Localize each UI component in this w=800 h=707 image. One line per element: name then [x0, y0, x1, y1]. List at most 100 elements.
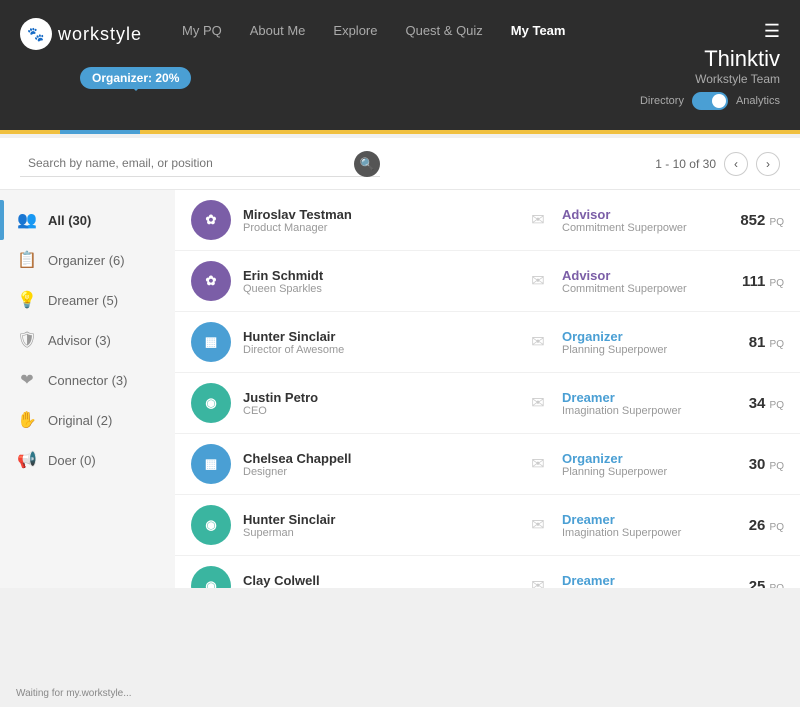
company-info: Thinktiv Workstyle Team Directory Analyt… [640, 46, 780, 110]
email-icon[interactable]: ✉ [526, 210, 550, 230]
pq-score: 30 PQ [724, 456, 784, 473]
person-title: CEO [243, 405, 514, 417]
person-name: Hunter Sinclair [243, 512, 514, 527]
sidebar-item-all[interactable]: 👥 All (30) [0, 200, 175, 240]
email-icon[interactable]: ✉ [526, 515, 550, 535]
sidebar-label-connector: Connector (3) [48, 373, 127, 388]
pq-unit: PQ [770, 461, 784, 472]
search-area: 🔍 1 - 10 of 30 ‹ › [0, 138, 800, 190]
pq-unit: PQ [770, 217, 784, 228]
sidebar-item-original[interactable]: ✋ Original (2) [0, 400, 175, 440]
person-title: Director of Awesome [243, 344, 514, 356]
pq-unit: PQ [770, 339, 784, 350]
blue-indicator [60, 130, 140, 134]
nav-mypq[interactable]: My PQ [182, 23, 222, 38]
type-superpower: Commitment Superpower [562, 283, 712, 295]
connector-icon: ❤ [16, 369, 38, 391]
nav: My PQ About Me Explore Quest & Quiz My T… [182, 23, 565, 38]
person-name: Hunter Sinclair [243, 329, 514, 344]
sidebar-item-connector[interactable]: ❤ Connector (3) [0, 360, 175, 400]
person-name: Miroslav Testman [243, 207, 514, 222]
sidebar-item-doer[interactable]: 📢 Doer (0) [0, 440, 175, 480]
person-type: Organizer Planning Superpower [562, 451, 712, 478]
avatar: ◉ [191, 505, 231, 545]
person-type: Advisor Commitment Superpower [562, 268, 712, 295]
next-page-button[interactable]: › [756, 152, 780, 176]
toggle-analytics-label: Analytics [736, 95, 780, 107]
email-icon[interactable]: ✉ [526, 576, 550, 588]
view-toggle[interactable] [692, 92, 728, 110]
header: 🐾 workstyle My PQ About Me Explore Quest… [0, 0, 800, 130]
view-toggle-row: Directory Analytics [640, 92, 780, 110]
advisor-icon: 🛡 [16, 329, 38, 351]
type-label: Dreamer [562, 512, 712, 527]
avatar: ✿ [191, 261, 231, 301]
toggle-directory-label: Directory [640, 95, 684, 107]
sidebar-item-organizer[interactable]: 📋 Organizer (6) [0, 240, 175, 280]
organizer-icon: 📋 [16, 249, 38, 271]
table-row[interactable]: ◉ Hunter Sinclair Superman ✉ Dreamer Ima… [175, 495, 800, 556]
pq-score: 25 PQ [724, 578, 784, 589]
email-icon[interactable]: ✉ [526, 332, 550, 352]
prev-page-button[interactable]: ‹ [724, 152, 748, 176]
dreamer-icon: 💡 [16, 289, 38, 311]
hamburger-icon[interactable]: ☰ [764, 21, 780, 42]
email-icon[interactable]: ✉ [526, 271, 550, 291]
person-name: Clay Colwell [243, 573, 514, 588]
person-type: Dreamer Imagination Superpower [562, 573, 712, 589]
pq-score: 34 PQ [724, 395, 784, 412]
table-row[interactable]: ▦ Chelsea Chappell Designer ✉ Organizer … [175, 434, 800, 495]
nav-quest[interactable]: Quest & Quiz [405, 23, 482, 38]
person-name: Justin Petro [243, 390, 514, 405]
sidebar-label-doer: Doer (0) [48, 453, 96, 468]
type-superpower: Imagination Superpower [562, 588, 712, 589]
person-name: Erin Schmidt [243, 268, 514, 283]
type-superpower: Planning Superpower [562, 466, 712, 478]
table-row[interactable]: ✿ Erin Schmidt Queen Sparkles ✉ Advisor … [175, 251, 800, 312]
main-content: 👥 All (30) 📋 Organizer (6) 💡 Dreamer (5)… [0, 190, 800, 588]
people-list: ✿ Miroslav Testman Product Manager ✉ Adv… [175, 190, 800, 588]
header-bottom: Organizer: 20% Thinktiv Workstyle Team D… [0, 46, 800, 110]
pagination-text: 1 - 10 of 30 [655, 157, 716, 171]
company-sub: Workstyle Team [640, 72, 780, 86]
type-label: Organizer [562, 329, 712, 344]
avatar: ✿ [191, 200, 231, 240]
nav-aboutme[interactable]: About Me [250, 23, 306, 38]
sidebar-label-dreamer: Dreamer (5) [48, 293, 118, 308]
sidebar-label-original: Original (2) [48, 413, 112, 428]
pq-score: 26 PQ [724, 517, 784, 534]
pq-unit: PQ [770, 278, 784, 289]
person-info: Justin Petro CEO [243, 390, 514, 417]
pq-score: 111 PQ [724, 273, 784, 290]
person-type: Dreamer Imagination Superpower [562, 390, 712, 417]
person-title: Superman [243, 527, 514, 539]
table-row[interactable]: ▦ Hunter Sinclair Director of Awesome ✉ … [175, 312, 800, 373]
logo-text: workstyle [58, 24, 142, 45]
sidebar-item-dreamer[interactable]: 💡 Dreamer (5) [0, 280, 175, 320]
sidebar: 👥 All (30) 📋 Organizer (6) 💡 Dreamer (5)… [0, 190, 175, 588]
person-info: Chelsea Chappell Designer [243, 451, 514, 478]
sidebar-item-advisor[interactable]: 🛡 Advisor (3) [0, 320, 175, 360]
email-icon[interactable]: ✉ [526, 454, 550, 474]
status-bar: Waiting for my.workstyle... [0, 680, 175, 707]
pq-unit: PQ [770, 522, 784, 533]
pq-unit: PQ [770, 400, 784, 411]
table-row[interactable]: ✿ Miroslav Testman Product Manager ✉ Adv… [175, 190, 800, 251]
type-superpower: Imagination Superpower [562, 527, 712, 539]
person-info: Erin Schmidt Queen Sparkles [243, 268, 514, 295]
person-title: Product Manager [243, 222, 514, 234]
type-superpower: Planning Superpower [562, 344, 712, 356]
table-row[interactable]: ◉ Clay Colwell Design Guru ✉ Dreamer Ima… [175, 556, 800, 588]
table-row[interactable]: ◉ Justin Petro CEO ✉ Dreamer Imagination… [175, 373, 800, 434]
search-input[interactable] [20, 150, 380, 177]
person-title: Queen Sparkles [243, 283, 514, 295]
person-type: Dreamer Imagination Superpower [562, 512, 712, 539]
person-info: Hunter Sinclair Superman [243, 512, 514, 539]
email-icon[interactable]: ✉ [526, 393, 550, 413]
nav-explore[interactable]: Explore [333, 23, 377, 38]
person-title: Designer [243, 466, 514, 478]
search-button[interactable]: 🔍 [354, 151, 380, 177]
pq-score: 852 PQ [724, 212, 784, 229]
nav-myteam[interactable]: My Team [511, 23, 566, 38]
type-label: Advisor [562, 207, 712, 222]
